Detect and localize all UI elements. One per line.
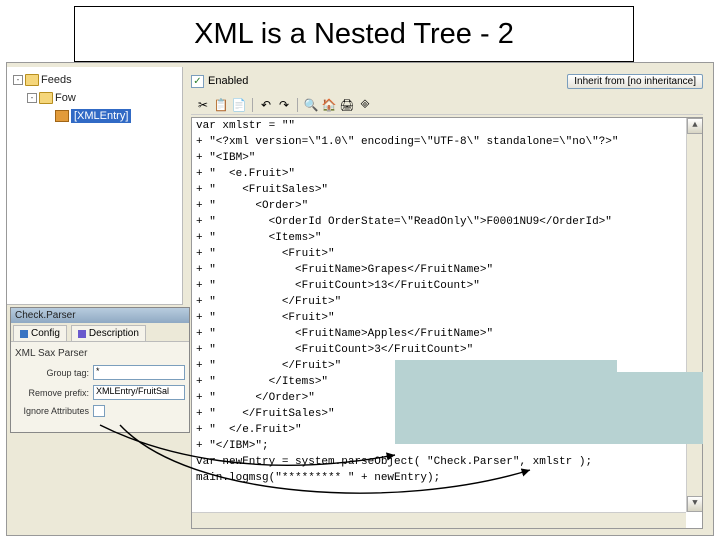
tree-panel: - Feeds - Fow [XMLEntry]: [7, 67, 183, 305]
find-icon[interactable]: 🔍: [303, 97, 319, 113]
overlay-box: [395, 360, 617, 444]
undo-icon[interactable]: ↶: [258, 97, 274, 113]
cut-icon[interactable]: ✂: [195, 97, 211, 113]
inherit-dropdown[interactable]: Inherit from [no inheritance]: [567, 74, 703, 89]
vertical-scrollbar[interactable]: ▲ ▼: [686, 118, 702, 512]
code-line: + " <FruitSales>": [192, 182, 702, 198]
section-title: XML Sax Parser: [15, 348, 185, 359]
code-line: main.logmsg("********* " + newEntry);: [192, 470, 702, 486]
dialog-body: XML Sax Parser Group tag: * Remove prefi…: [11, 342, 189, 432]
code-line: var newEntry = system.parseObject( "Chec…: [192, 454, 702, 470]
slide-title-container: XML is a Nested Tree - 2: [74, 6, 634, 62]
dialog-title: Check.Parser: [11, 308, 189, 323]
separator: [252, 98, 253, 112]
overlay-box: [617, 372, 703, 444]
tab-description[interactable]: Description: [71, 325, 146, 341]
home-icon[interactable]: 🏠: [321, 97, 337, 113]
enabled-label: Enabled: [208, 75, 248, 87]
parser-properties-dialog: Check.Parser Config Description XML Sax …: [10, 307, 190, 433]
prop-row-ignore: Ignore Attributes: [15, 405, 185, 417]
paste-icon[interactable]: 📄: [231, 97, 247, 113]
folder-icon: [25, 74, 39, 86]
code-line: + " <Fruit>": [192, 310, 702, 326]
dialog-tabs: Config Description: [11, 323, 189, 342]
expander-icon[interactable]: -: [27, 93, 37, 103]
prop-label: Remove prefix:: [15, 388, 89, 398]
ignore-attributes-checkbox[interactable]: [93, 405, 105, 417]
tree-label: Feeds: [41, 74, 72, 86]
app-window: - Feeds - Fow [XMLEntry] ✓ Enabled Inher…: [6, 62, 714, 536]
code-line: + " <e.Fruit>": [192, 166, 702, 182]
code-line: + " <OrderId OrderState=\"ReadOnly\">F00…: [192, 214, 702, 230]
prop-row-group: Group tag: *: [15, 365, 185, 380]
tree-item-xmlentry[interactable]: [XMLEntry]: [9, 107, 180, 125]
desc-icon: [78, 330, 86, 338]
tab-config[interactable]: Config: [13, 325, 67, 341]
tree-item-fow[interactable]: - Fow: [9, 89, 180, 107]
code-line: + " <FruitCount>13</FruitCount>": [192, 278, 702, 294]
config-icon: [20, 330, 28, 338]
code-line: + " <FruitName>Apples</FruitName>": [192, 326, 702, 342]
tab-label: Description: [89, 328, 139, 339]
prop-label: Group tag:: [15, 368, 89, 378]
enabled-checkbox[interactable]: ✓ Enabled: [191, 75, 248, 88]
tree-label: Fow: [55, 92, 76, 104]
code-line: + " </Fruit>": [192, 294, 702, 310]
editor-toolbar: ✂ 📋 📄 ↶ ↷ 🔍 🏠 🖨 🞜: [191, 95, 703, 115]
header-row: ✓ Enabled Inherit from [no inheritance]: [191, 71, 703, 91]
separator: [297, 98, 298, 112]
redo-icon[interactable]: ↷: [276, 97, 292, 113]
scroll-up-icon[interactable]: ▲: [687, 118, 703, 134]
code-line: + " <FruitCount>3</FruitCount>": [192, 342, 702, 358]
tool-icon[interactable]: 🞜: [357, 97, 373, 113]
prop-row-remove: Remove prefix: XMLEntry/FruitSal: [15, 385, 185, 400]
expander-icon[interactable]: -: [13, 75, 23, 85]
xml-icon: [55, 110, 69, 122]
prop-label: Ignore Attributes: [15, 406, 89, 416]
remove-prefix-input[interactable]: XMLEntry/FruitSal: [93, 385, 185, 400]
print-icon[interactable]: 🖨: [339, 97, 355, 113]
code-line: + " <Order>": [192, 198, 702, 214]
code-line: var xmlstr = "": [192, 118, 702, 134]
group-tag-input[interactable]: *: [93, 365, 185, 380]
code-line: + "<?xml version=\"1.0\" encoding=\"UTF-…: [192, 134, 702, 150]
tab-label: Config: [31, 328, 60, 339]
scroll-down-icon[interactable]: ▼: [687, 496, 703, 512]
code-line: + " <FruitName>Grapes</FruitName>": [192, 262, 702, 278]
horizontal-scrollbar[interactable]: [192, 512, 686, 528]
code-line: + " <Items>": [192, 230, 702, 246]
code-line: + " <Fruit>": [192, 246, 702, 262]
code-editor[interactable]: var xmlstr = "" + "<?xml version=\"1.0\"…: [191, 117, 703, 529]
tree-item-feeds[interactable]: - Feeds: [9, 71, 180, 89]
code-line: + "<IBM>": [192, 150, 702, 166]
tree-label: [XMLEntry]: [71, 109, 131, 123]
copy-icon[interactable]: 📋: [213, 97, 229, 113]
folder-icon: [39, 92, 53, 104]
checkmark-icon: ✓: [191, 75, 204, 88]
slide-title: XML is a Nested Tree - 2: [194, 18, 514, 51]
